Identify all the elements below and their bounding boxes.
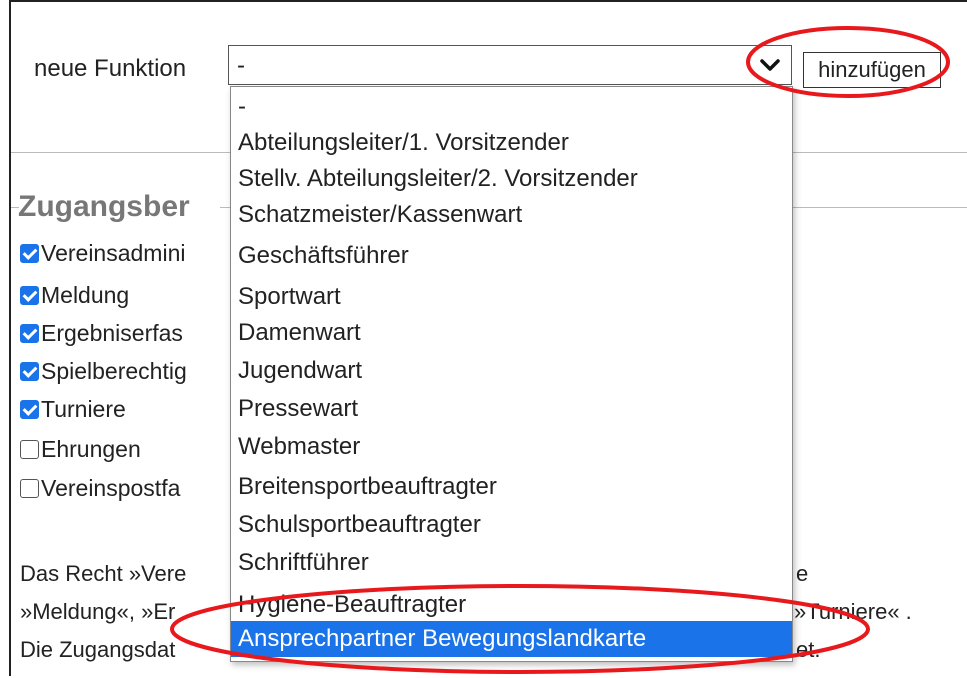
dropdown-option[interactable]: Abteilungsleiter/1. Vorsitzender bbox=[231, 125, 792, 161]
dropdown-option[interactable]: Webmaster bbox=[231, 429, 792, 465]
checkbox-checked-icon[interactable] bbox=[20, 400, 39, 419]
dropdown-option[interactable]: Pressewart bbox=[231, 391, 792, 427]
select-value: - bbox=[237, 52, 245, 79]
checkbox-checked-icon[interactable] bbox=[20, 362, 39, 381]
section-title: Zugangsber bbox=[18, 190, 190, 223]
info-text-line2-end: »Turniere« . bbox=[794, 599, 912, 624]
info-text-line3-end: et. bbox=[796, 637, 821, 662]
permission-turniere[interactable]: Turniere bbox=[20, 396, 126, 426]
permission-ergebniserfassung[interactable]: Ergebniserfas bbox=[20, 320, 183, 350]
permission-label: Meldung bbox=[41, 282, 130, 308]
permission-label: Spielberechtig bbox=[41, 358, 187, 384]
dropdown-option-highlighted[interactable]: Ansprechpartner Bewegungslandkarte bbox=[231, 621, 792, 657]
dropdown-option[interactable]: Breitensportbeauftragter bbox=[231, 469, 792, 505]
add-button[interactable]: hinzufügen bbox=[803, 52, 941, 88]
permission-label: Vereinspostfa bbox=[41, 475, 181, 501]
permission-label: Ehrungen bbox=[41, 436, 141, 462]
dropdown-option[interactable]: Schatzmeister/Kassenwart bbox=[231, 197, 792, 233]
permission-ehrungen[interactable]: Ehrungen bbox=[20, 436, 141, 466]
info-text-line1-end: e bbox=[796, 561, 809, 586]
function-dropdown-list[interactable]: - Abteilungsleiter/1. Vorsitzender Stell… bbox=[230, 86, 793, 662]
permission-label: Vereinsadmini bbox=[41, 240, 186, 266]
checkbox-checked-icon[interactable] bbox=[20, 324, 39, 343]
chevron-down-icon bbox=[760, 59, 780, 71]
dropdown-option[interactable]: Schulsportbeauftragter bbox=[231, 507, 792, 543]
info-text-line2-start: »Meldung«, »Er bbox=[20, 599, 176, 624]
dropdown-option[interactable]: Jugendwart bbox=[231, 353, 792, 389]
info-text-line1-start: Das Recht »Vere bbox=[20, 561, 187, 586]
dropdown-option[interactable]: Damenwart bbox=[231, 315, 792, 351]
function-select[interactable]: - bbox=[228, 45, 792, 85]
dropdown-option[interactable]: Geschäftsführer bbox=[231, 238, 792, 274]
checkbox-checked-icon[interactable] bbox=[20, 244, 39, 263]
function-label: neue Funktion bbox=[34, 55, 187, 82]
dropdown-option[interactable]: - bbox=[231, 89, 792, 125]
permission-spielberechtigung[interactable]: Spielberechtig bbox=[20, 358, 187, 388]
permission-vereinspostfach[interactable]: Vereinspostfa bbox=[20, 475, 180, 505]
dropdown-option[interactable]: Hygiene-Beauftragter bbox=[231, 587, 792, 623]
checkbox-checked-icon[interactable] bbox=[20, 286, 39, 305]
dropdown-option[interactable]: Stellv. Abteilungsleiter/2. Vorsitzender bbox=[231, 161, 792, 197]
dropdown-option[interactable]: Sportwart bbox=[231, 279, 792, 315]
permission-meldung[interactable]: Meldung bbox=[20, 282, 129, 312]
checkbox-unchecked-icon[interactable] bbox=[20, 479, 39, 498]
permission-label: Ergebniserfas bbox=[41, 320, 183, 346]
dropdown-option[interactable]: Schriftführer bbox=[231, 545, 792, 581]
permission-vereinsadmin[interactable]: Vereinsadmini bbox=[20, 240, 185, 270]
permission-label: Turniere bbox=[41, 396, 126, 422]
info-text-line3-start: Die Zugangsdat bbox=[20, 637, 176, 662]
checkbox-unchecked-icon[interactable] bbox=[20, 440, 39, 459]
